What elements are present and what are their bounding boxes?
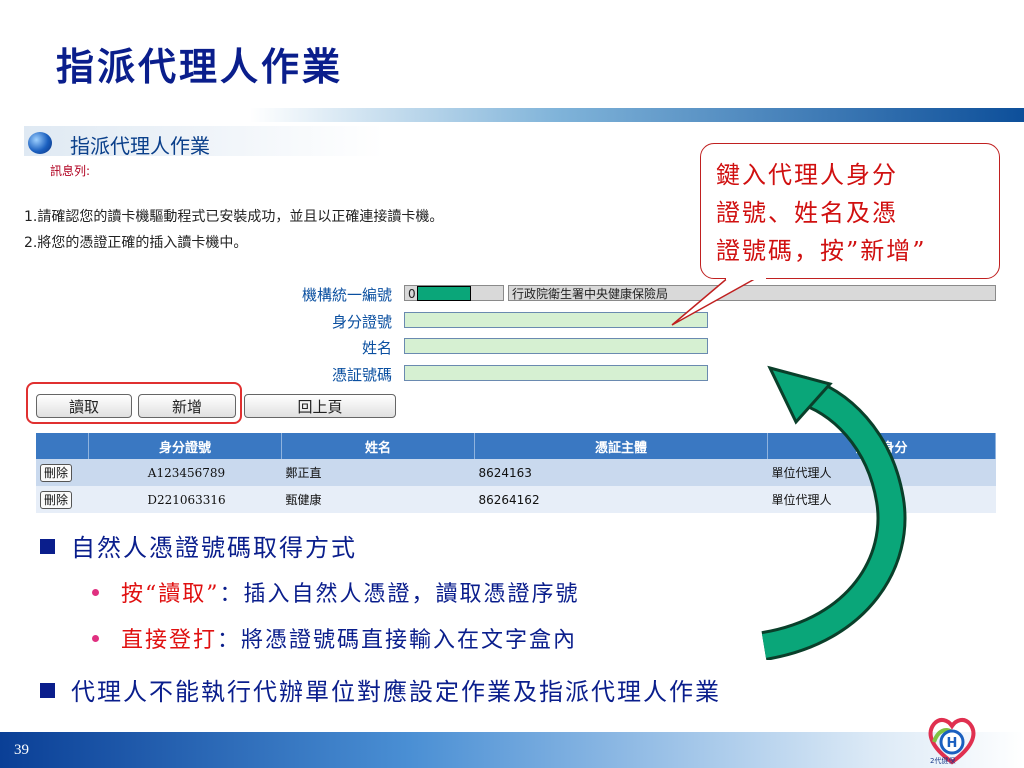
page-number: 39 [14,742,29,758]
callout-line-3: 證號碼，按”新增” [716,237,927,265]
dot-bullet-icon [92,588,99,596]
logo-label: 2代健保 [930,757,956,765]
curved-arrow-icon [761,365,907,660]
bullet-item-2: 代理人不能執行代辦單位對應設定作業及指派代理人作業 [40,672,721,707]
sub-bullet-2: 直接登打：將憑證號碼直接輸入在文字盒內 [92,622,577,654]
footer-bar [0,732,1024,768]
callout-line-2: 證號、姓名及憑 [716,199,898,227]
callout-text: 鍵入代理人身分 證號、姓名及憑 證號碼，按”新增” [716,156,996,270]
bullet-item-1: 自然人憑證號碼取得方式 [40,528,357,563]
square-bullet-icon [40,683,55,698]
dot-bullet-icon [92,634,99,642]
svg-text:H: H [947,736,958,751]
callout-line-1: 鍵入代理人身分 [716,161,898,189]
square-bullet-icon [40,539,55,554]
sub-bullet-1: 按“讀取”：插入自然人憑證，讀取憑證序號 [92,576,580,608]
